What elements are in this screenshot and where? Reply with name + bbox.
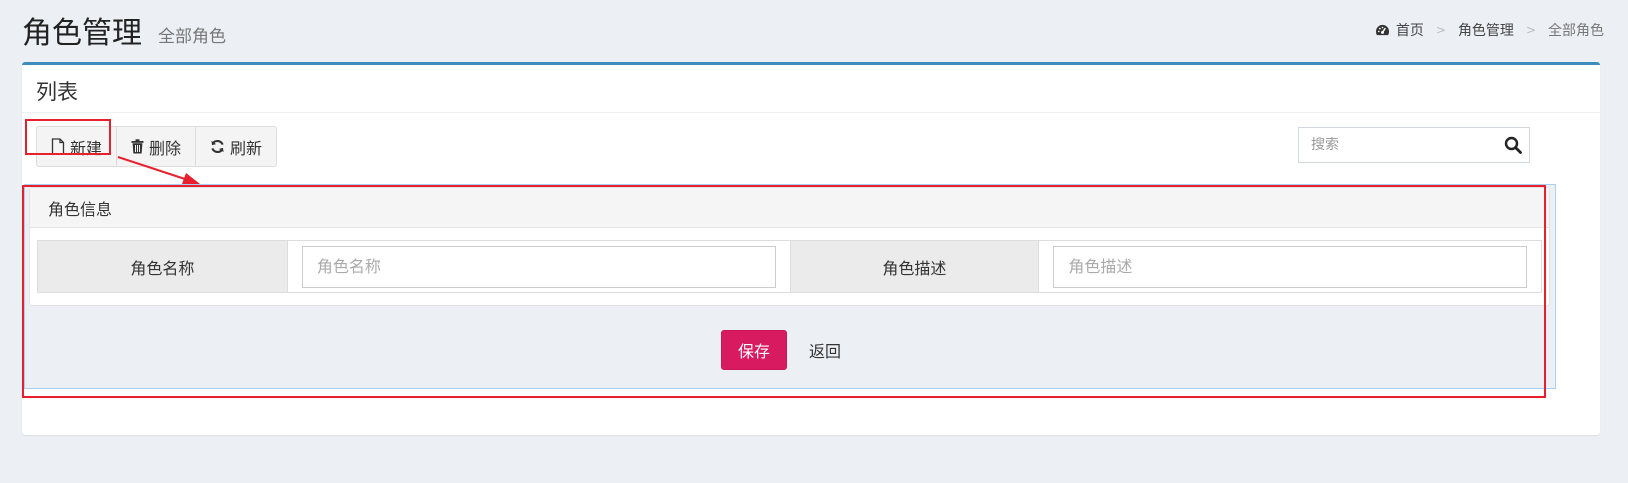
annotation-arrow-icon xyxy=(117,156,200,184)
